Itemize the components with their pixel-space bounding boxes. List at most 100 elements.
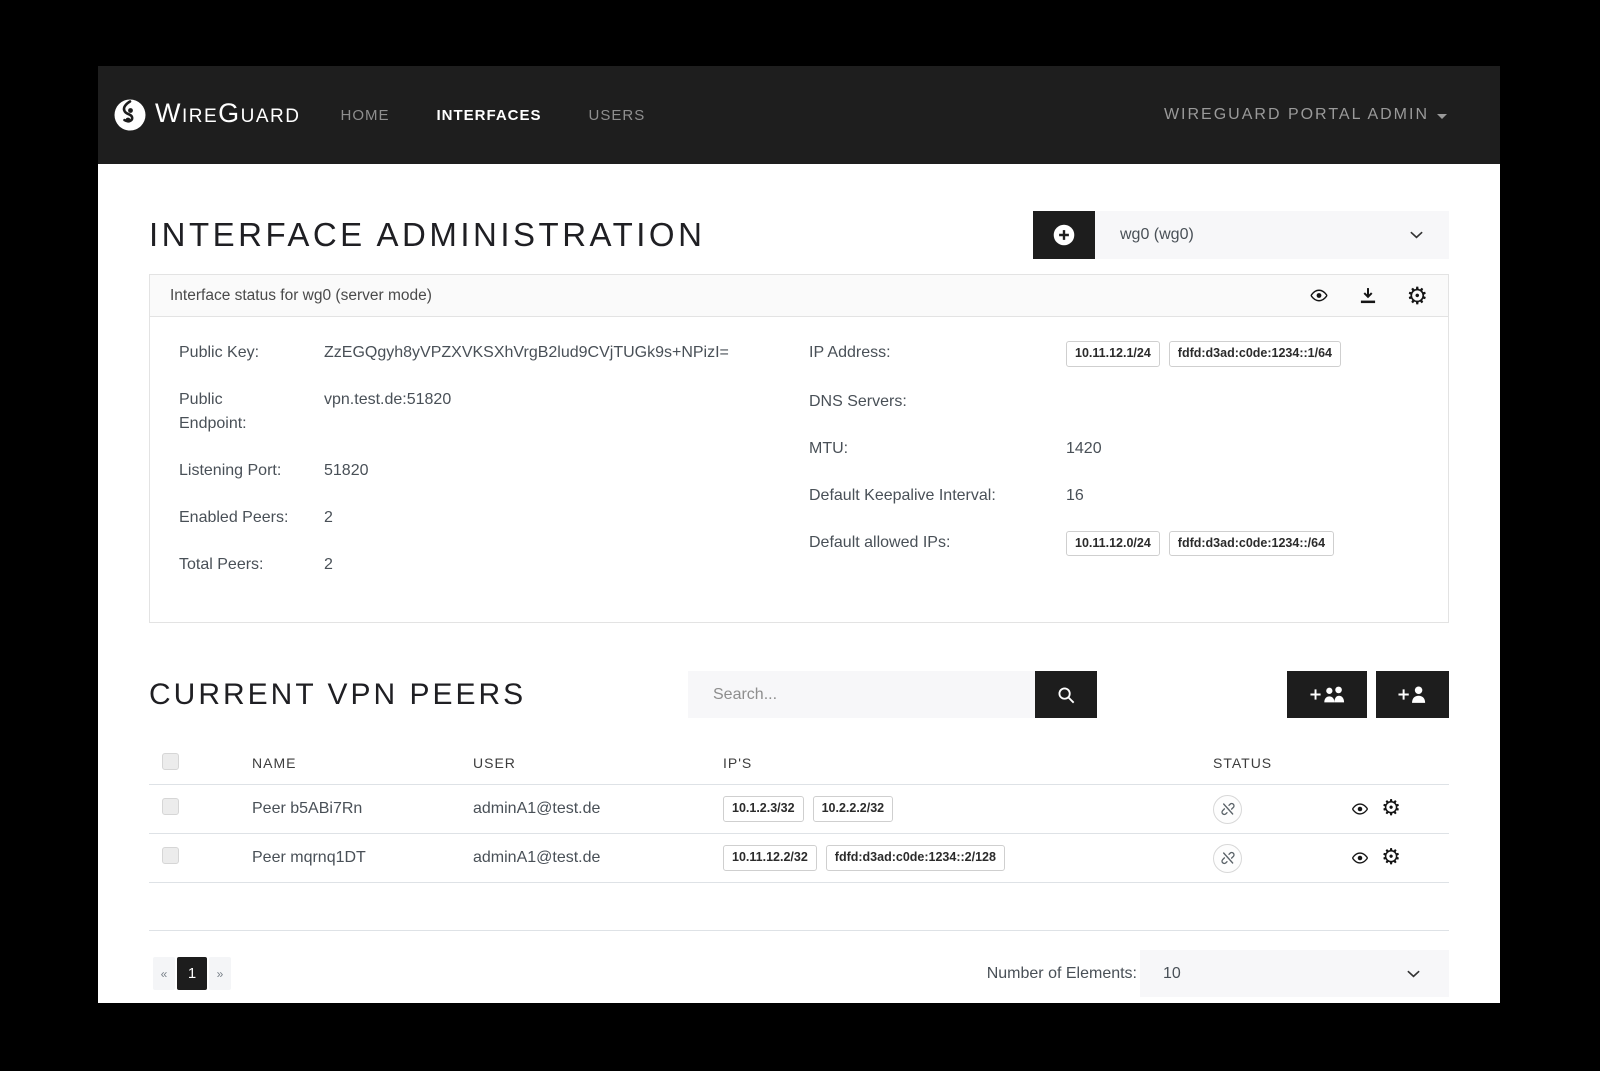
edit-peer-gear-icon[interactable]: ⚙ (1381, 798, 1401, 820)
show-config-eye-icon[interactable] (1308, 287, 1330, 304)
field-label: Default allowed IPs: (809, 531, 1066, 555)
column-header-name: NAME (252, 755, 473, 771)
ip-badge: 10.11.12.1/24 (1066, 341, 1160, 367)
column-header-user: USER (473, 755, 723, 771)
pagination-prev-button[interactable]: « (153, 957, 175, 990)
field-label: Public Key: (179, 341, 324, 365)
add-multiple-peers-button[interactable] (1287, 671, 1367, 718)
user-menu-dropdown[interactable]: WIREGUARD PORTAL ADMIN (1164, 106, 1447, 124)
nav-item-users[interactable]: USERS (589, 107, 646, 124)
peers-section-title: CURRENT VPN PEERS (149, 678, 526, 712)
ip-badge: 10.11.12.0/24 (1066, 531, 1160, 557)
card-body: Public Key: ZzEGQgyh8yVPZXVKSXhVrgB2lud9… (150, 317, 1448, 622)
plus-circle-icon (1051, 222, 1077, 248)
column-header-status: STATUS (1213, 755, 1333, 771)
listening-port-value: 51820 (324, 459, 809, 483)
keepalive-value: 16 (1066, 484, 1428, 508)
link-slash-icon (1220, 801, 1236, 817)
public-key-value: ZzEGQgyh8yVPZXVKSXhVrgB2lud9CVjTUGk9s+NP… (324, 341, 809, 365)
link-slash-icon (1220, 850, 1236, 866)
ip-badge: 10.11.12.2/32 (723, 845, 817, 871)
interface-select[interactable]: wg0 (wg0) (1095, 211, 1449, 259)
allowed-ips-badges: 10.11.12.0/24 fdfd:d3ad:c0de:1234::/64 (1066, 531, 1428, 557)
peers-table-header: NAME USER IP'S STATUS (149, 742, 1449, 785)
table-footer-space (149, 883, 1449, 931)
select-all-checkbox[interactable] (162, 753, 179, 770)
card-header: Interface status for wg0 (server mode) (150, 275, 1448, 317)
interface-status-card: Interface status for wg0 (server mode) (149, 274, 1449, 623)
brand-name: WireGuard (155, 100, 301, 131)
pagination-next-button[interactable]: » (209, 957, 231, 990)
field-label: Listening Port: (179, 459, 324, 483)
total-peers-value: 2 (324, 553, 809, 577)
chevron-down-icon (1406, 969, 1421, 979)
card-title: Interface status for wg0 (server mode) (170, 287, 432, 305)
peer-name: Peer b5ABi7Rn (252, 800, 473, 818)
search-button[interactable] (1035, 671, 1097, 718)
page-size-value: 10 (1163, 965, 1181, 983)
interface-picker: wg0 (wg0) (1033, 211, 1449, 259)
enabled-peers-value: 2 (324, 506, 809, 530)
row-checkbox[interactable] (162, 847, 179, 864)
navbar: WireGuard HOME INTERFACES USERS WIREGUAR… (98, 66, 1500, 164)
pagination-page-1-button[interactable]: 1 (177, 957, 207, 990)
nav-item-home[interactable]: HOME (341, 107, 390, 124)
field-label: Default Keepalive Interval: (809, 484, 1066, 508)
field-label: IP Address: (809, 341, 1066, 365)
field-label: DNS Servers: (809, 390, 1066, 414)
interface-select-value: wg0 (wg0) (1120, 226, 1194, 244)
field-label: Enabled Peers: (179, 506, 324, 530)
add-buttons (1287, 671, 1449, 718)
ip-badge: 10.2.2.2/32 (813, 796, 894, 822)
add-peer-button[interactable] (1376, 671, 1449, 718)
search-input[interactable] (688, 671, 1035, 718)
row-checkbox[interactable] (162, 798, 179, 815)
magnifier-icon (1056, 685, 1076, 705)
view-peer-eye-icon[interactable] (1350, 850, 1370, 866)
ip-badge: fdfd:d3ad:c0de:1234::1/64 (1169, 341, 1341, 367)
peer-user: adminA1@test.de (473, 849, 723, 867)
brand[interactable]: WireGuard (114, 99, 301, 131)
ip-badge: fdfd:d3ad:c0de:1234::2/128 (826, 845, 1005, 871)
chevron-down-icon (1409, 230, 1424, 240)
page-size-label: Number of Elements: (987, 965, 1137, 983)
ip-badge: 10.1.2.3/32 (723, 796, 804, 822)
browser-viewport: WireGuard HOME INTERFACES USERS WIREGUAR… (98, 66, 1500, 1003)
add-interface-button[interactable] (1033, 211, 1095, 259)
search-group (688, 671, 1097, 718)
public-endpoint-value: vpn.test.de:51820 (324, 388, 809, 412)
interface-details-left: Public Key: ZzEGQgyh8yVPZXVKSXhVrgB2lud9… (179, 341, 809, 622)
field-label: MTU: (809, 437, 1066, 461)
peer-user: adminA1@test.de (473, 800, 723, 818)
column-header-ips: IP'S (723, 755, 1213, 771)
page-size-select[interactable]: 10 (1140, 950, 1449, 997)
peer-name: Peer mqrnq1DT (252, 849, 473, 867)
plus-users-icon (1310, 684, 1345, 705)
peer-row: Peer mqrnq1DT adminA1@test.de 10.11.12.2… (149, 834, 1449, 883)
peer-status-badge (1213, 795, 1242, 824)
mtu-value: 1420 (1066, 437, 1428, 461)
peer-row: Peer b5ABi7Rn adminA1@test.de 10.1.2.3/3… (149, 785, 1449, 834)
ip-badge: fdfd:d3ad:c0de:1234::/64 (1169, 531, 1334, 557)
peer-status-badge (1213, 844, 1242, 873)
plus-user-icon (1398, 684, 1427, 705)
edit-peer-gear-icon[interactable]: ⚙ (1381, 847, 1401, 869)
peer-ips: 10.1.2.3/32 10.2.2.2/32 (723, 796, 1213, 822)
peer-ips: 10.11.12.2/32 fdfd:d3ad:c0de:1234::2/128 (723, 845, 1213, 871)
user-menu-label: WIREGUARD PORTAL ADMIN (1164, 106, 1429, 124)
peers-table: NAME USER IP'S STATUS Peer b5ABi7Rn admi… (149, 742, 1449, 931)
caret-down-icon (1437, 114, 1447, 119)
edit-interface-gear-icon[interactable]: ⚙ (1406, 284, 1428, 308)
ip-address-badges: 10.11.12.1/24 fdfd:d3ad:c0de:1234::1/64 (1066, 341, 1428, 367)
wireguard-dragon-icon (114, 99, 146, 131)
peers-table-body: Peer b5ABi7Rn adminA1@test.de 10.1.2.3/3… (149, 785, 1449, 883)
download-config-icon[interactable] (1358, 286, 1378, 306)
view-peer-eye-icon[interactable] (1350, 801, 1370, 817)
field-label: Total Peers: (179, 553, 324, 577)
page-size-group: Number of Elements: 10 (987, 950, 1449, 997)
nav-links: HOME INTERFACES USERS (341, 107, 646, 124)
nav-item-interfaces[interactable]: INTERFACES (437, 107, 542, 124)
main-content: INTERFACE ADMINISTRATION wg0 (wg0) (98, 211, 1500, 997)
field-label: Public Endpoint: (179, 388, 324, 436)
pagination: « 1 » (153, 957, 231, 990)
